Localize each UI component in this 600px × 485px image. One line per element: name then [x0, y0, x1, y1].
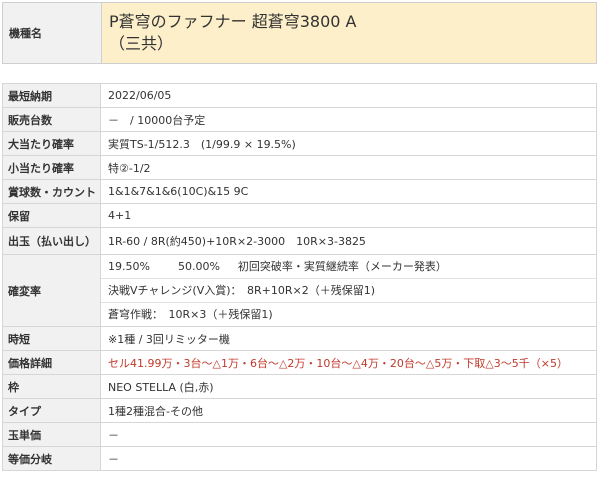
spec-value: 2022/06/05 — [100, 83, 597, 108]
spec-table-container: 最短納期 2022/06/05 販売台数 － / 10000台予定 大当たり確率… — [2, 83, 597, 471]
spec-label: 確変率 — [2, 254, 101, 327]
continuation-rate-a: 19.50% — [108, 260, 150, 273]
spec-value-price: セル41.99万・3台～△1万・6台～△2万・10台～△4万・20台～△5万・下… — [100, 350, 597, 375]
spec-label: 等価分岐 — [2, 446, 101, 471]
spec-value: NEO STELLA (白,赤) — [100, 374, 597, 399]
spec-row-price-detail: 価格詳細 セル41.99万・3台～△1万・6台～△2万・10台～△4万・20台～… — [2, 350, 597, 375]
spec-label: 最短納期 — [2, 83, 101, 108]
spec-label: 枠 — [2, 374, 101, 399]
machine-maker-line: （三共） — [109, 34, 174, 53]
spec-label: タイプ — [2, 398, 101, 423]
spec-row-payout: 出玉（払い出し） 1R-60 / 8R(約450)+10R×2-3000 10R… — [2, 227, 597, 255]
spec-value: 実質TS-1/512.3 (1/99.9 × 19.5%) — [100, 131, 597, 156]
spec-value: 特②-1/2 — [100, 155, 597, 180]
spec-row-delivery: 最短納期 2022/06/05 — [2, 83, 597, 108]
spec-row-hold: 保留 4+1 — [2, 203, 597, 228]
machine-name-label: 機種名 — [2, 2, 102, 64]
machine-name-line1: P蒼穹のファフナー 超蒼穹3800 A — [109, 12, 357, 31]
spec-label: 販売台数 — [2, 107, 101, 132]
spec-subline: 蒼穹作戦： 10R×3（＋残保留1) — [108, 308, 273, 321]
continuation-rate-b: 50.00% — [177, 260, 220, 273]
spec-label: 大当たり確率 — [2, 131, 101, 156]
spec-row-ball-price: 玉単価 － — [2, 422, 597, 447]
spec-row-breakeven: 等価分岐 － — [2, 446, 597, 471]
spec-subline: 決戦Vチャレンジ(V入賞)： 8R+10R×2（＋残保留1) — [101, 279, 596, 303]
spec-row-small-jackpot: 小当たり確率 特②-1/2 — [2, 155, 597, 180]
spec-label: 小当たり確率 — [2, 155, 101, 180]
spec-label: 価格詳細 — [2, 350, 101, 375]
spec-label: 時短 — [2, 326, 101, 351]
spec-value: － / 10000台予定 — [100, 107, 597, 132]
spec-row-prize-balls: 賞球数・カウント 1&1&7&1&6(10C)&15 9C — [2, 179, 597, 204]
spec-value: 1&1&7&1&6(10C)&15 9C — [100, 179, 597, 204]
machine-name-table: 機種名 P蒼穹のファフナー 超蒼穹3800 A （三共） — [2, 2, 597, 64]
spec-subline: 19.50% 50.00% 初回突破率・実質継続率（メーカー発表） — [101, 255, 596, 279]
spec-row-probability-change: 確変率 19.50% 50.00% 初回突破率・実質継続率（メーカー発表） 決戦Vチ… — [2, 254, 597, 327]
spec-row-sales-count: 販売台数 － / 10000台予定 — [2, 107, 597, 132]
spec-row-jackpot-probability: 大当たり確率 実質TS-1/512.3 (1/99.9 × 19.5%) — [2, 131, 597, 156]
spec-value: － — [100, 422, 597, 447]
spec-value: 1R-60 / 8R(約450)+10R×2-3000 10R×3-3825 — [100, 227, 597, 255]
spec-row-cabinet: 枠 NEO STELLA (白,赤) — [2, 374, 597, 399]
spec-label: 出玉（払い出し） — [2, 227, 101, 255]
spec-row-time-reduction: 時短 ※1種 / 3回リミッター機 — [2, 326, 597, 351]
spec-label: 保留 — [2, 203, 101, 228]
machine-name-value: P蒼穹のファフナー 超蒼穹3800 A （三共） — [101, 2, 597, 64]
spec-value: － — [100, 446, 597, 471]
spec-value: ※1種 / 3回リミッター機 — [100, 326, 597, 351]
spec-label: 玉単価 — [2, 422, 101, 447]
spec-value-multi: 19.50% 50.00% 初回突破率・実質継続率（メーカー発表） 決戦Vチャレンジ… — [100, 254, 597, 327]
spec-value: 4+1 — [100, 203, 597, 228]
continuation-rate-note: 初回突破率・実質継続率（メーカー発表） — [237, 260, 447, 273]
spec-table: 最短納期 2022/06/05 販売台数 － / 10000台予定 大当たり確率… — [2, 83, 597, 471]
spec-row-type: タイプ 1種2種混合-その他 — [2, 398, 597, 423]
spec-label: 賞球数・カウント — [2, 179, 101, 204]
spec-value: 1種2種混合-その他 — [100, 398, 597, 423]
